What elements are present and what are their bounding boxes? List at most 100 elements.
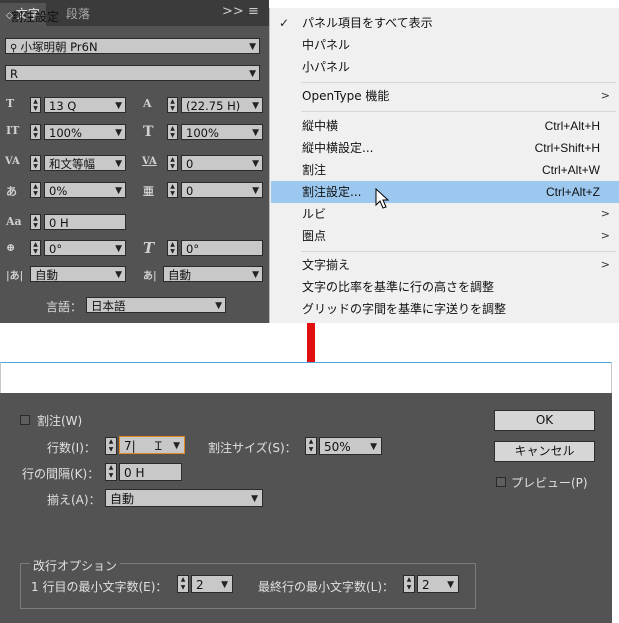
aki-field[interactable]: 0 ▼ bbox=[181, 182, 263, 198]
skew-stepper[interactable]: ▲ ▼ bbox=[167, 240, 178, 256]
collapse-panel-button[interactable]: >> bbox=[222, 4, 244, 19]
min-last-stepper[interactable]: ▲ ▼ bbox=[403, 575, 415, 593]
chevron-down-icon: ▼ bbox=[251, 494, 258, 504]
menu-separator bbox=[301, 82, 616, 83]
chevron-down-icon: ▼ bbox=[252, 270, 259, 280]
tracking-stepper[interactable]: ▲ ▼ bbox=[167, 155, 178, 171]
leading-field[interactable]: (22.75 H) ▼ bbox=[181, 97, 263, 113]
chevron-down-icon: ▼ bbox=[115, 159, 122, 169]
language-select[interactable]: 日本語 ▼ bbox=[86, 297, 226, 313]
panel-menu-icon[interactable]: ≡ bbox=[248, 5, 264, 19]
min-first-label: 1 行目の最小文字数(E)： bbox=[31, 580, 168, 594]
aki-stepper[interactable]: ▲ ▼ bbox=[167, 182, 178, 198]
min-last-label: 最終行の最小文字数(L)： bbox=[258, 580, 395, 594]
tsume-stepper[interactable]: ▲ ▼ bbox=[30, 182, 41, 198]
skew-field[interactable]: 0° bbox=[181, 240, 263, 256]
warichu-label: 割注(W) bbox=[37, 414, 83, 428]
chevron-down-icon: ▼ bbox=[447, 580, 454, 590]
tsume-icon: あ bbox=[6, 185, 17, 198]
chevron-down-icon: ▼ bbox=[173, 441, 180, 451]
text-cursor: | bbox=[131, 439, 136, 453]
mojiaki-before-select[interactable]: 自動 ▼ bbox=[30, 266, 126, 282]
font-family-select[interactable]: ⚲ 小塚明朝 Pr6N ▼ bbox=[5, 38, 260, 54]
size-stepper[interactable]: ▲ ▼ bbox=[305, 437, 317, 455]
chevron-right-icon: > bbox=[600, 229, 610, 242]
menu-item-ruby[interactable]: ルビ > bbox=[271, 203, 619, 225]
chevron-down-icon: ▼ bbox=[115, 270, 122, 280]
menu-item-warichu-settings[interactable]: 割注設定... Ctrl+Alt+Z bbox=[271, 181, 619, 203]
tracking-field[interactable]: 0 ▼ bbox=[181, 155, 263, 171]
chevron-down-icon: ▼ bbox=[252, 128, 259, 138]
mouse-cursor-icon bbox=[375, 188, 389, 209]
menu-item-tatechuyoko[interactable]: 縦中横 Ctrl+Alt+H bbox=[271, 115, 619, 137]
menu-item-tatechuyoko-settings[interactable]: 縦中横設定... Ctrl+Shift+H bbox=[271, 137, 619, 159]
menu-item-adjust-line-height[interactable]: 文字の比率を基準に行の高さを調整 bbox=[271, 276, 619, 298]
rotation-icon: ⊕ bbox=[6, 241, 16, 254]
chevron-down-icon: ▼ bbox=[249, 42, 256, 52]
ok-button[interactable]: OK bbox=[494, 410, 595, 431]
chevron-down-icon: ▼ bbox=[370, 442, 377, 452]
min-first-field[interactable]: 2 ▼ bbox=[191, 575, 233, 593]
horizontal-scale-field[interactable]: 100% ▼ bbox=[181, 124, 263, 140]
cancel-button[interactable]: キャンセル bbox=[494, 441, 595, 462]
menu-item-opentype[interactable]: OpenType 機能 > bbox=[271, 85, 619, 107]
menu-item-text-alignment[interactable]: 文字揃え > bbox=[271, 254, 619, 276]
lines-label: 行数(I)： bbox=[47, 441, 96, 455]
chevron-down-icon: ▼ bbox=[115, 128, 122, 138]
min-first-stepper[interactable]: ▲ ▼ bbox=[177, 575, 189, 593]
vertical-scale-stepper[interactable]: ▲ ▼ bbox=[30, 124, 41, 140]
panel-context-menu: ✓ パネル項目をすべて表示 中パネル 小パネル OpenType 機能 > 縦中… bbox=[269, 8, 619, 323]
chevron-down-icon: ▼ bbox=[115, 244, 122, 254]
leading-stepper[interactable]: ▲ ▼ bbox=[167, 97, 178, 113]
baseline-shift-stepper[interactable]: ▲ ▼ bbox=[30, 214, 41, 230]
dialog-titlebar bbox=[0, 362, 612, 393]
preview-checkbox[interactable] bbox=[496, 477, 506, 487]
lines-stepper[interactable]: ▲ ▼ bbox=[105, 437, 117, 455]
aki-icon: 亜 bbox=[143, 185, 154, 198]
menu-item-show-all-options[interactable]: ✓ パネル項目をすべて表示 bbox=[271, 12, 619, 34]
dialog-title: 割注設定 bbox=[11, 10, 60, 24]
font-style-select[interactable]: R ▼ bbox=[5, 65, 260, 81]
align-label: 揃え(A)： bbox=[47, 493, 101, 507]
kerning-stepper[interactable]: ▲ ▼ bbox=[30, 155, 41, 171]
font-size-stepper[interactable]: ▲ ▼ bbox=[30, 97, 41, 113]
vertical-scale-field[interactable]: 100% ▼ bbox=[44, 124, 126, 140]
menu-item-adjust-char-spacing[interactable]: グリッドの字間を基準に字送りを調整 bbox=[271, 298, 619, 320]
baseline-shift-field[interactable]: 0 H bbox=[44, 214, 126, 230]
chevron-down-icon: ▼ bbox=[215, 301, 222, 311]
tsume-field[interactable]: 0% ▼ bbox=[44, 182, 126, 198]
warichu-checkbox[interactable] bbox=[20, 415, 30, 425]
tab-paragraph[interactable]: 段落 bbox=[60, 3, 96, 26]
skew-icon: T bbox=[143, 239, 155, 257]
gap-field[interactable]: 0 H bbox=[119, 463, 182, 481]
menu-item-small-panel[interactable]: 小パネル bbox=[271, 56, 619, 78]
align-select[interactable]: 自動 ▼ bbox=[105, 489, 263, 507]
chevron-down-icon: ▼ bbox=[221, 580, 228, 590]
menu-item-kenten[interactable]: 圏点 > bbox=[271, 225, 619, 247]
lines-field[interactable]: 7| Ɪ ▼ bbox=[119, 436, 185, 454]
chevron-down-icon: ▼ bbox=[249, 69, 256, 79]
chevron-right-icon: > bbox=[600, 89, 610, 102]
mojiaki-before-icon: |あ| bbox=[6, 271, 24, 282]
kerning-field[interactable]: 和文等幅 ▼ bbox=[44, 155, 126, 171]
mojiaki-after-icon: あ| bbox=[143, 271, 157, 282]
rotation-field[interactable]: 0° ▼ bbox=[44, 240, 126, 256]
vertical-scale-icon: IT bbox=[6, 124, 20, 137]
menu-item-warichu[interactable]: 割注 Ctrl+Alt+W bbox=[271, 159, 619, 181]
font-size-field[interactable]: 13 Q ▼ bbox=[44, 97, 126, 113]
chevron-down-icon: ▼ bbox=[252, 159, 259, 169]
rotation-stepper[interactable]: ▲ ▼ bbox=[30, 240, 41, 256]
min-last-field[interactable]: 2 ▼ bbox=[417, 575, 459, 593]
size-field[interactable]: 50% ▼ bbox=[319, 437, 382, 455]
gap-stepper[interactable]: ▲ ▼ bbox=[105, 463, 117, 481]
mojiaki-after-select[interactable]: 自動 ▼ bbox=[163, 266, 263, 282]
size-label: 割注サイズ(S)： bbox=[208, 441, 297, 455]
menu-separator bbox=[301, 251, 616, 252]
chevron-down-icon: ▼ bbox=[252, 186, 259, 196]
chevron-right-icon: > bbox=[600, 258, 610, 271]
horizontal-scale-icon: T bbox=[143, 124, 154, 140]
chevron-down-icon: ▼ bbox=[115, 101, 122, 111]
language-label: 言語： bbox=[46, 300, 83, 314]
horizontal-scale-stepper[interactable]: ▲ ▼ bbox=[167, 124, 178, 140]
menu-item-medium-panel[interactable]: 中パネル bbox=[271, 34, 619, 56]
